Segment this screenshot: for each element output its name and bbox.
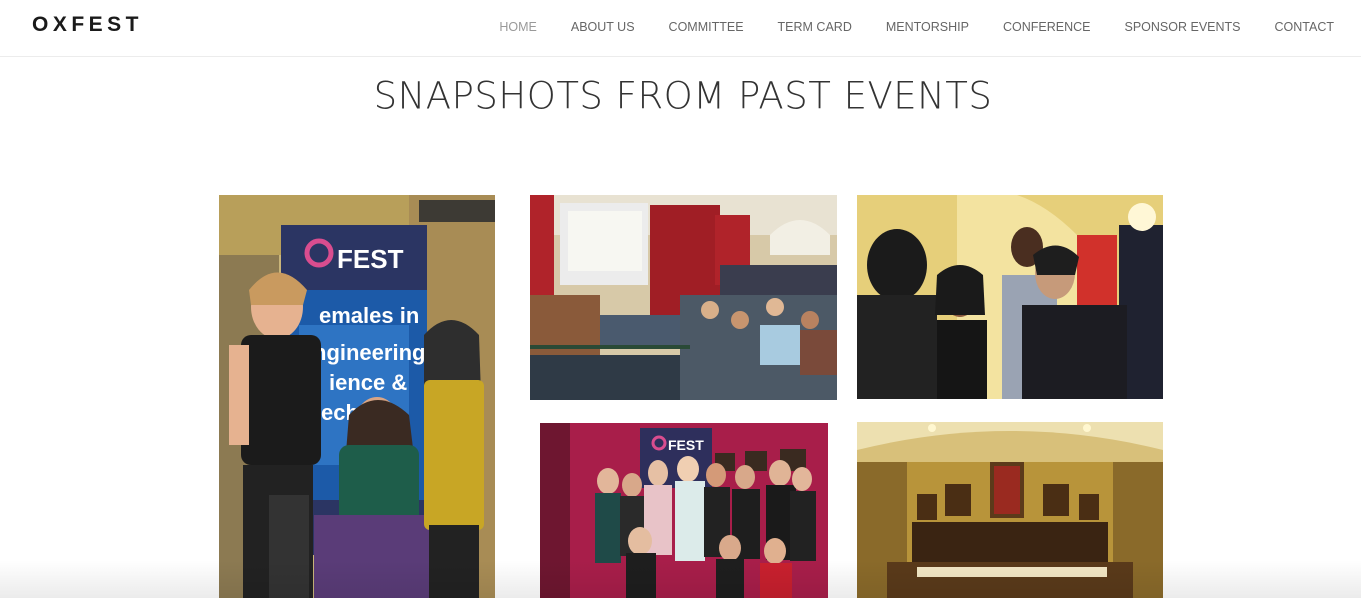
nav-item-sponsor-events[interactable]: SPONSOR EVENTS	[1125, 20, 1241, 34]
nav-item-contact[interactable]: CONTACT	[1275, 20, 1335, 34]
photo-lecture-hall[interactable]	[530, 195, 837, 400]
photo-banner-group[interactable]: FEST emales in ngineering, ience & echno…	[219, 195, 495, 598]
banner-text-line-1: emales in	[319, 303, 419, 328]
section-title: SNAPSHOTS FROM PAST EVENTS	[373, 73, 993, 118]
banner-text-fest: FEST	[337, 244, 404, 274]
photo-networking[interactable]	[857, 195, 1163, 399]
photo-group-pink-wall[interactable]: FEST	[540, 423, 828, 598]
nav-item-home[interactable]: HOME	[499, 20, 537, 34]
nav-item-committee[interactable]: COMMITTEE	[669, 20, 744, 34]
site-logo[interactable]: OXFEST	[32, 13, 143, 37]
banner-text-line-2: ngineering,	[313, 340, 432, 365]
banner-text-line-3: ience &	[329, 370, 407, 395]
nav-item-conference[interactable]: CONFERENCE	[1003, 20, 1091, 34]
nav-item-about-us[interactable]: ABOUT US	[571, 20, 635, 34]
nav-item-term-card[interactable]: TERM CARD	[778, 20, 852, 34]
photo-dining-hall[interactable]	[857, 422, 1163, 598]
nav-item-mentorship[interactable]: MENTORSHIP	[886, 20, 969, 34]
top-navbar: OXFEST HOME ABOUT US COMMITTEE TERM CARD…	[0, 0, 1361, 57]
main-nav: HOME ABOUT US COMMITTEE TERM CARD MENTOR…	[465, 20, 1334, 34]
group-banner-text: FEST	[668, 437, 704, 453]
